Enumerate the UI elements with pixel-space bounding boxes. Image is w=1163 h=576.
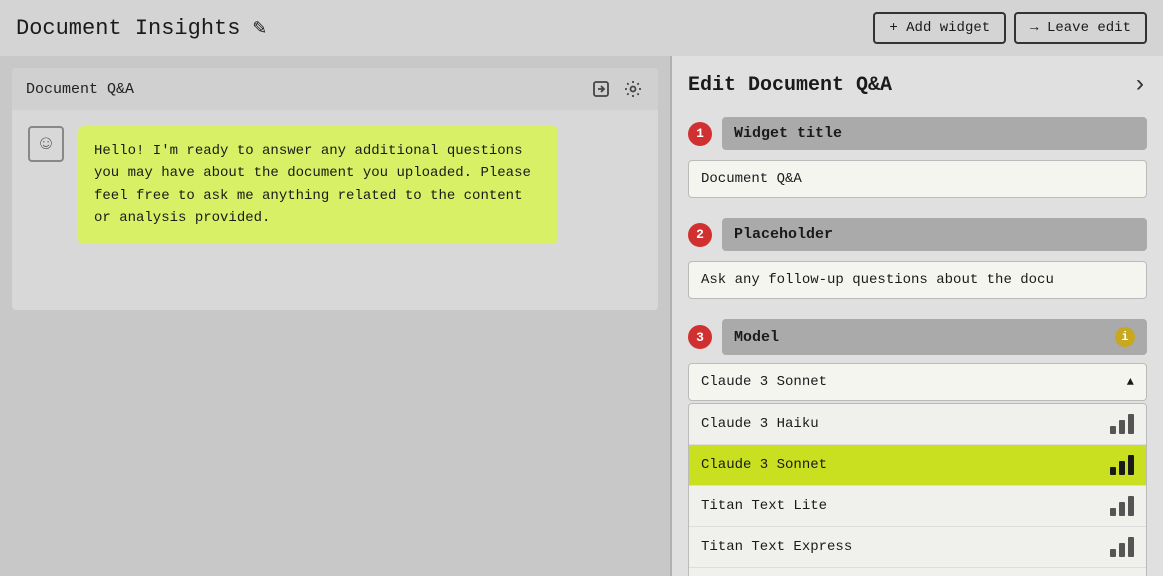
- section-2-header: 2 Placeholder: [688, 218, 1147, 251]
- bar2: [1119, 461, 1125, 475]
- top-bar: Document Insights ✎ + Add widget → Leave…: [0, 0, 1163, 56]
- section-placeholder: 2 Placeholder: [688, 218, 1147, 299]
- model-name-sonnet: Claude 3 Sonnet: [701, 457, 827, 473]
- bar1: [1110, 426, 1116, 434]
- bar2: [1119, 543, 1125, 557]
- widget-body: ☺ Hello! I'm ready to answer any additio…: [12, 110, 658, 310]
- model-item-titan-express[interactable]: Titan Text Express: [689, 527, 1146, 568]
- section-widget-title: 1 Widget title: [688, 117, 1147, 198]
- section-3-label: Model i: [722, 319, 1147, 355]
- bar1: [1110, 467, 1116, 475]
- bar2: [1119, 502, 1125, 516]
- section-model: 3 Model i Claude 3 Sonnet ▲ Claude 3 Hai…: [688, 319, 1147, 576]
- leave-edit-button[interactable]: → Leave edit: [1014, 12, 1147, 44]
- settings-icon[interactable]: [622, 78, 644, 100]
- edit-title-icon[interactable]: ✎: [248, 17, 270, 39]
- app-title: Document Insights ✎: [16, 16, 861, 41]
- model-bar-icon-titan-express: [1110, 537, 1134, 557]
- bar2: [1119, 420, 1125, 434]
- model-bar-icon-sonnet: [1110, 455, 1134, 475]
- section-3-badge: 3: [688, 325, 712, 349]
- section-2-label: Placeholder: [722, 218, 1147, 251]
- title-text: Document Insights: [16, 16, 240, 41]
- info-icon[interactable]: i: [1115, 327, 1135, 347]
- model-item-jurassic[interactable]: Jurassic-2 Mid: [689, 568, 1146, 576]
- model-bar-icon-haiku: [1110, 414, 1134, 434]
- left-panel: Document Q&A: [0, 56, 670, 576]
- model-name-haiku: Claude 3 Haiku: [701, 416, 819, 432]
- model-bar-icon-titan-lite: [1110, 496, 1134, 516]
- main-content: Document Q&A: [0, 56, 1163, 576]
- model-list: Claude 3 Haiku Claude 3 Sonnet: [688, 403, 1147, 576]
- bar3: [1128, 496, 1134, 516]
- toolbar-buttons: + Add widget → Leave edit: [873, 12, 1147, 44]
- right-panel-title: Edit Document Q&A: [688, 74, 892, 97]
- model-name-titan-lite: Titan Text Lite: [701, 498, 827, 514]
- section-1-header: 1 Widget title: [688, 117, 1147, 150]
- model-name-titan-express: Titan Text Express: [701, 539, 852, 555]
- section-1-badge: 1: [688, 122, 712, 146]
- bar3: [1128, 414, 1134, 434]
- dropdown-arrow: ▲: [1127, 375, 1134, 389]
- model-item-haiku[interactable]: Claude 3 Haiku: [689, 404, 1146, 445]
- placeholder-input[interactable]: [688, 261, 1147, 299]
- widget-card: Document Q&A: [12, 68, 658, 310]
- right-panel: Edit Document Q&A › 1 Widget title 2 Pla…: [672, 56, 1163, 576]
- model-item-titan-lite[interactable]: Titan Text Lite: [689, 486, 1146, 527]
- widget-header: Document Q&A: [12, 68, 658, 110]
- section-2-badge: 2: [688, 223, 712, 247]
- bar3: [1128, 537, 1134, 557]
- right-panel-header: Edit Document Q&A ›: [688, 72, 1147, 99]
- bar1: [1110, 549, 1116, 557]
- bar1: [1110, 508, 1116, 516]
- widget-header-icons: [590, 78, 644, 100]
- bar3: [1128, 455, 1134, 475]
- selected-model-label: Claude 3 Sonnet: [701, 374, 827, 390]
- widget-title-input[interactable]: [688, 160, 1147, 198]
- export-icon[interactable]: [590, 78, 612, 100]
- bot-avatar: ☺: [28, 126, 64, 162]
- model-item-sonnet[interactable]: Claude 3 Sonnet: [689, 445, 1146, 486]
- section-3-header: 3 Model i: [688, 319, 1147, 355]
- widget-title: Document Q&A: [26, 81, 134, 98]
- add-widget-button[interactable]: + Add widget: [873, 12, 1006, 44]
- model-select-display[interactable]: Claude 3 Sonnet ▲: [688, 363, 1147, 401]
- chat-bubble: Hello! I'm ready to answer any additiona…: [78, 126, 558, 244]
- section-1-label: Widget title: [722, 117, 1147, 150]
- close-panel-button[interactable]: ›: [1133, 72, 1147, 99]
